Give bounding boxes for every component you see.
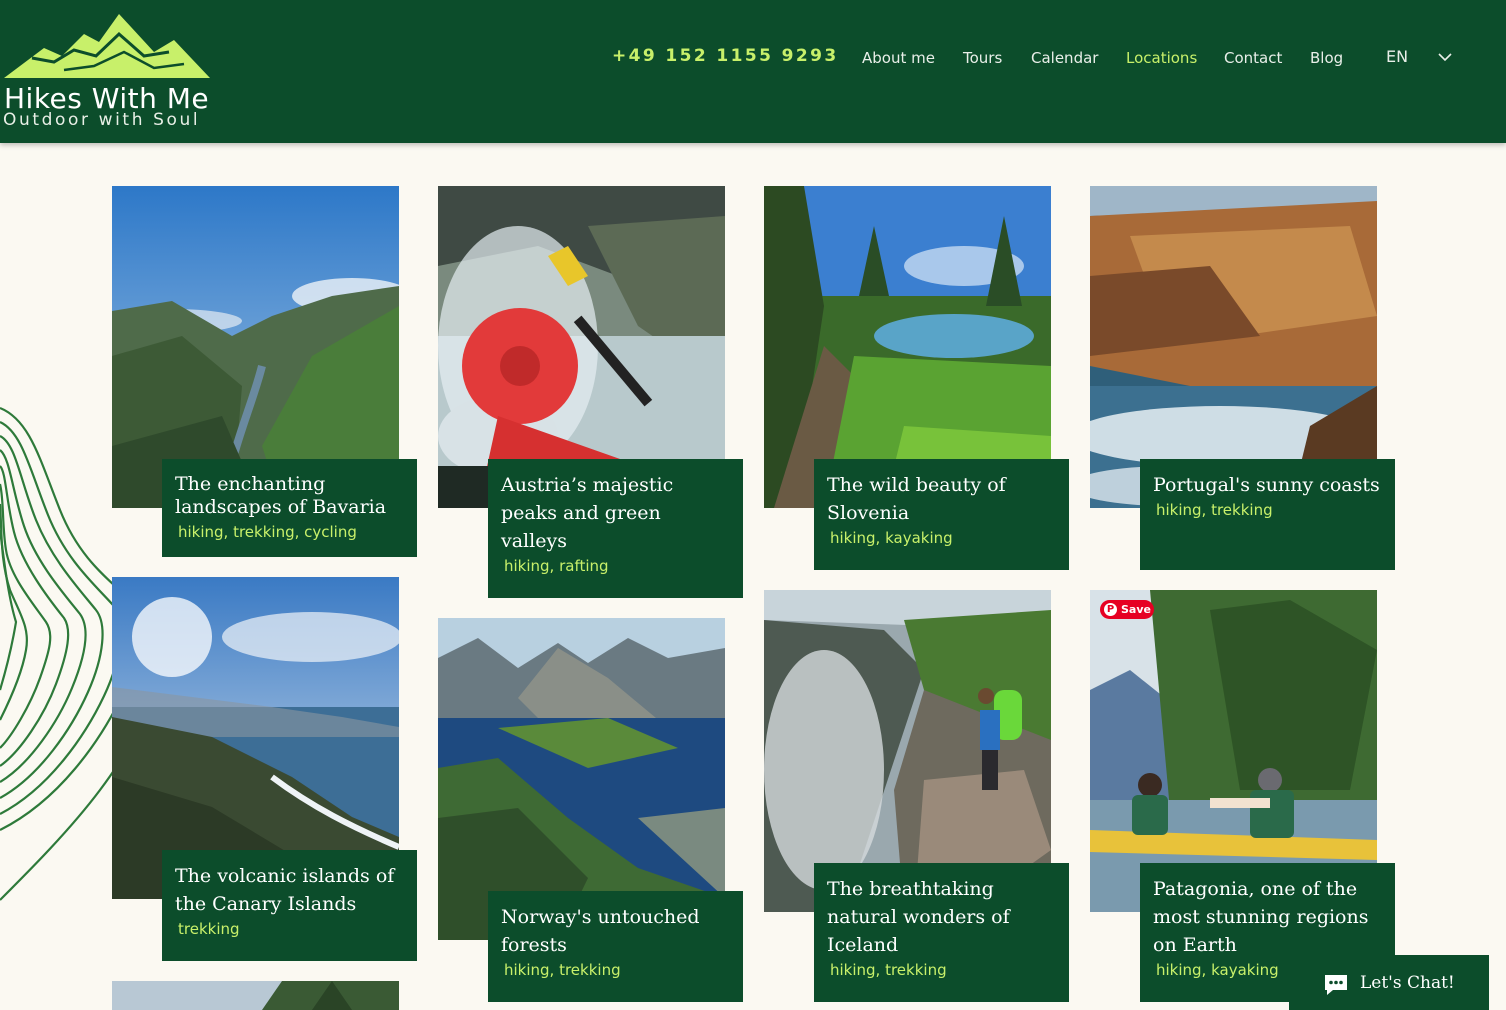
brand-tagline: Outdoor with Soul <box>3 110 201 130</box>
location-photo <box>112 981 399 1010</box>
pinterest-icon: P <box>1104 603 1117 616</box>
site-logo[interactable]: Hikes With Me Outdoor with Soul <box>0 8 230 133</box>
mountain-logo-icon <box>4 14 210 78</box>
location-caption: Norway's untouched forests hiking, trekk… <box>488 891 743 1002</box>
nav-blog[interactable]: Blog <box>1310 49 1343 67</box>
location-tags: hiking, trekking <box>504 961 621 979</box>
location-title: The wild beauty of Slovenia <box>827 474 1006 524</box>
language-selector[interactable]: EN <box>1386 47 1408 66</box>
site-header: Hikes With Me Outdoor with Soul +49 152 … <box>0 0 1506 143</box>
chevron-down-icon[interactable] <box>1438 52 1452 62</box>
chat-label: Let's Chat! <box>1360 973 1455 993</box>
location-caption: The breathtaking natural wonders of Icel… <box>814 863 1069 1002</box>
nav-locations[interactable]: Locations <box>1126 49 1197 67</box>
location-title: The enchanting landscapes of Bavaria <box>175 473 387 518</box>
location-title: Portugal's sunny coasts <box>1153 474 1380 496</box>
location-tags: hiking, rafting <box>504 557 609 575</box>
nav-contact[interactable]: Contact <box>1224 49 1282 67</box>
location-title: The volcanic islands of the Canary Islan… <box>175 865 395 915</box>
nav-tours[interactable]: Tours <box>963 49 1002 67</box>
pinterest-save-button[interactable]: P Save <box>1100 600 1154 619</box>
location-title: Norway's untouched forests <box>501 906 700 956</box>
location-tags: hiking, trekking, cycling <box>178 523 357 541</box>
location-caption: The enchanting landscapes of Bavaria hik… <box>162 459 417 557</box>
phone-number[interactable]: +49 152 1155 9293 <box>612 46 839 66</box>
location-tags: hiking, kayaking <box>830 529 953 547</box>
location-caption: The wild beauty of Slovenia hiking, kaya… <box>814 459 1069 570</box>
location-tags: hiking, trekking <box>1156 501 1273 519</box>
pinterest-save-label: Save <box>1121 603 1151 616</box>
nav-about-me[interactable]: About me <box>862 49 935 67</box>
chat-bubble-icon <box>1325 975 1347 995</box>
location-caption: Portugal's sunny coasts hiking, trekking <box>1140 459 1395 570</box>
location-title: Austria’s majestic peaks and green valle… <box>501 474 674 552</box>
location-tags: trekking <box>178 920 240 938</box>
location-caption: Austria’s majestic peaks and green valle… <box>488 459 743 598</box>
location-caption: The volcanic islands of the Canary Islan… <box>162 850 417 961</box>
nav-calendar[interactable]: Calendar <box>1031 49 1098 67</box>
location-title: The breathtaking natural wonders of Icel… <box>827 878 1010 956</box>
location-tags: hiking, trekking <box>830 961 947 979</box>
chat-widget-button[interactable]: Let's Chat! <box>1289 955 1489 1010</box>
location-title: Patagonia, one of the most stunning regi… <box>1153 878 1369 956</box>
